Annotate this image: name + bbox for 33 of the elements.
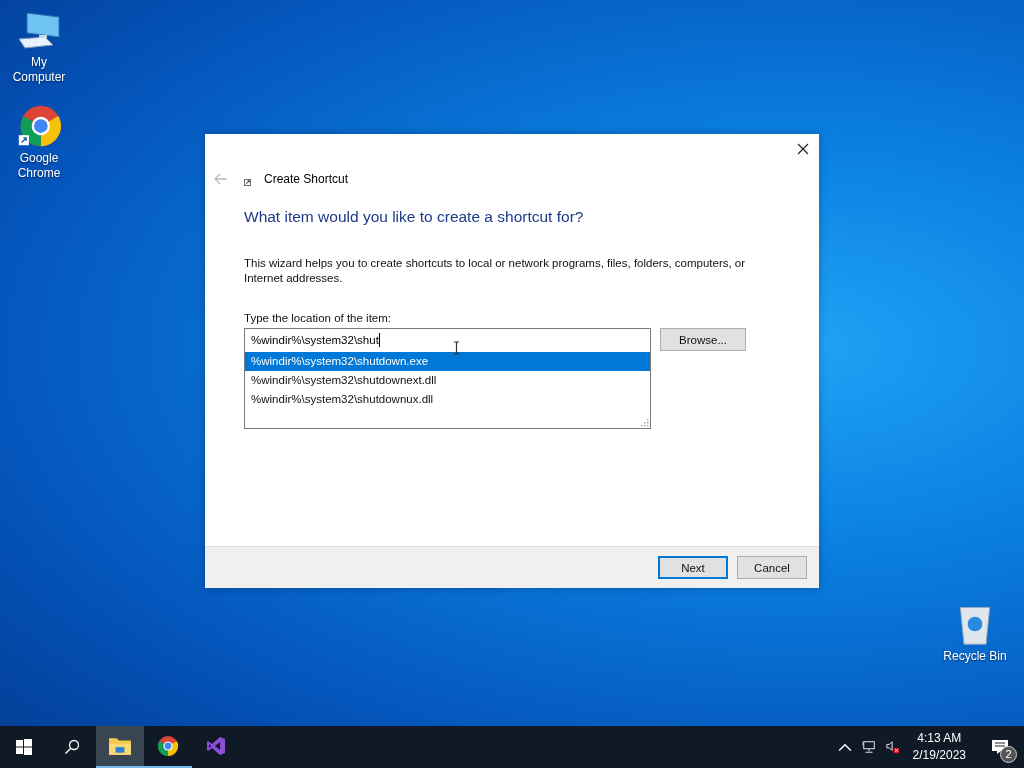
- shortcut-label: Google Chrome: [16, 151, 62, 181]
- dialog-button[interactable]: Next: [658, 556, 728, 579]
- clock-time[interactable]: 4:13 AM: [917, 730, 962, 747]
- folder-icon: [109, 736, 131, 756]
- close-icon[interactable]: [797, 143, 809, 155]
- desktop-shortcut[interactable]: Recycle Bin: [936, 602, 1014, 664]
- shortcut-label: Recycle Bin: [942, 649, 1008, 664]
- windows-logo-icon[interactable]: [16, 739, 32, 755]
- notification-count: 2: [1000, 746, 1017, 763]
- dialog-title: Create Shortcut: [264, 172, 349, 186]
- text-cursor-icon: [453, 341, 460, 355]
- wizard-heading: What item would you like to create a shortcut for?: [244, 208, 585, 226]
- browse-button[interactable]: Browse...: [660, 328, 746, 351]
- shortcut-icon: [244, 178, 251, 186]
- resize-grip-icon[interactable]: [639, 417, 649, 427]
- muted-speaker-icon[interactable]: [885, 740, 900, 754]
- clock-date[interactable]: 2/19/2023: [912, 747, 966, 764]
- search-icon[interactable]: [64, 739, 80, 755]
- suggestion-item[interactable]: %windir%\system32\shutdownux.dll: [245, 390, 650, 409]
- suggestion-item[interactable]: %windir%\system32\shutdownext.dll: [245, 371, 650, 390]
- taskbar-app[interactable]: [96, 726, 144, 768]
- desktop-shortcut[interactable]: Google Chrome: [0, 104, 78, 181]
- suggestion-item[interactable]: %windir%\system32\shutdown.exe: [245, 352, 650, 371]
- description-text: This wizard helps you to create shortcuts to local or network programs, files, folders, computers, or Internet addresses.: [244, 256, 747, 286]
- network-icon[interactable]: [861, 740, 876, 754]
- field-label: Type the location of the item:: [244, 312, 393, 324]
- desktop-shortcut[interactable]: My Computer: [0, 10, 78, 85]
- location-field[interactable]: %windir%\system32\shut: [244, 328, 651, 351]
- computer-icon: [15, 10, 63, 52]
- shortcut-label: My Computer: [11, 55, 67, 85]
- visual-studio-icon: [205, 736, 227, 756]
- chrome-icon: [157, 736, 179, 756]
- dialog-button[interactable]: Cancel: [737, 556, 807, 579]
